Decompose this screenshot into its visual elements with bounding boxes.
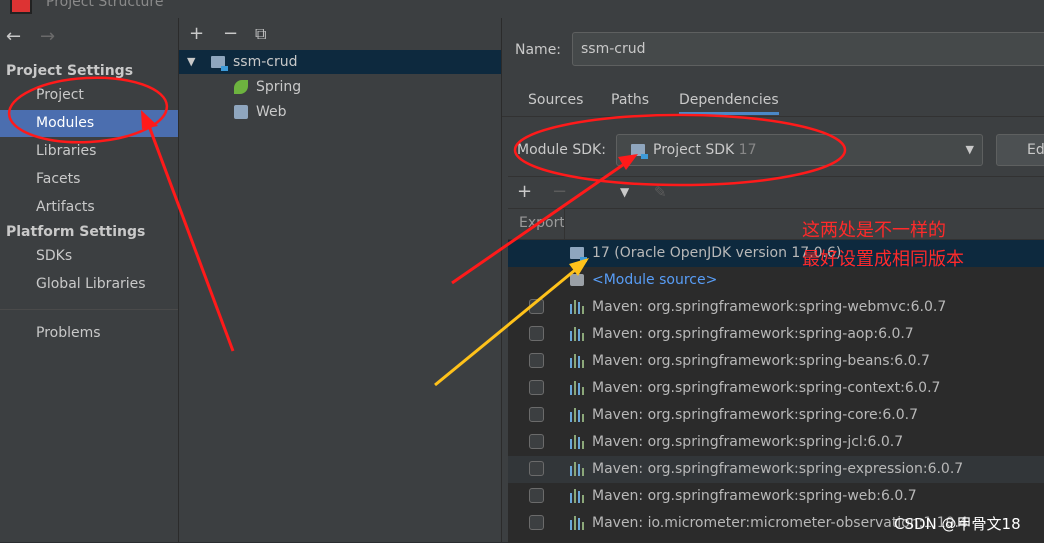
dependency-label: Maven: org.springframework:spring-core:6…: [592, 407, 919, 423]
export-checkbox[interactable]: [529, 407, 544, 422]
dependency-label: Maven: org.springframework:spring-contex…: [592, 380, 941, 396]
module-details-panel: Name: ssm-crud Sources Paths Dependencie…: [502, 18, 1044, 543]
module-folder-icon: [211, 56, 228, 71]
nav-item-modules[interactable]: Modules: [0, 110, 178, 137]
dependency-row[interactable]: Maven: org.springframework:spring-expres…: [508, 456, 1044, 483]
export-column-header: Export: [519, 215, 565, 231]
project-settings-header: Project Settings: [6, 63, 134, 79]
window-title: Project Structure: [46, 0, 164, 10]
module-sdk-label: Module SDK:: [517, 142, 606, 158]
tree-item-spring[interactable]: Spring: [179, 75, 501, 99]
dependency-label: <Module source>: [592, 272, 718, 288]
dependency-label: Maven: org.springframework:spring-beans:…: [592, 353, 930, 369]
dependencies-toolbar: + − ▼ ✎: [508, 176, 1044, 209]
library-icon: [570, 516, 586, 530]
library-icon: [570, 408, 586, 422]
table-header: Export: [508, 209, 1044, 240]
tree-item-label: Web: [256, 104, 287, 120]
sdk-folder-icon: [631, 144, 648, 159]
spring-leaf-icon: [234, 80, 248, 94]
dependency-row[interactable]: Maven: org.springframework:spring-aop:6.…: [508, 321, 1044, 348]
library-icon: [570, 435, 586, 449]
web-facet-icon: [234, 105, 248, 119]
export-checkbox[interactable]: [529, 461, 544, 476]
dependency-label: Maven: org.springframework:spring-webmvc…: [592, 299, 947, 315]
dependency-row[interactable]: Maven: org.springframework:spring-beans:…: [508, 348, 1044, 375]
title-bar: Project Structure: [0, 0, 1044, 18]
move-down-icon[interactable]: ▼: [620, 185, 629, 199]
export-checkbox[interactable]: [529, 353, 544, 368]
edit-button[interactable]: Edit: [996, 134, 1044, 166]
chevron-down-icon[interactable]: ▼: [187, 50, 195, 74]
edit-pencil-icon[interactable]: ✎: [654, 183, 667, 201]
export-checkbox[interactable]: [529, 299, 544, 314]
dependency-row[interactable]: Maven: org.springframework:spring-webmvc…: [508, 294, 1044, 321]
tab-divider: [502, 116, 1044, 117]
nav-item-libraries[interactable]: Libraries: [0, 138, 178, 165]
plus-icon[interactable]: +: [189, 23, 204, 44]
column-separator: [564, 209, 565, 239]
dependency-label: Maven: org.springframework:spring-aop:6.…: [592, 326, 914, 342]
settings-sidebar: ← → Project Settings Project Modules Lib…: [0, 18, 179, 542]
plus-icon[interactable]: +: [517, 181, 532, 202]
dependency-row[interactable]: Maven: org.springframework:spring-web:6.…: [508, 483, 1044, 510]
tree-item-web[interactable]: Web: [179, 100, 501, 124]
dependency-row-module-source[interactable]: <Module source>: [508, 267, 1044, 294]
module-sdk-value: Project SDK: [653, 142, 735, 158]
arrow-right-icon[interactable]: →: [40, 26, 55, 47]
export-checkbox[interactable]: [529, 434, 544, 449]
nav-item-project[interactable]: Project: [0, 82, 178, 109]
minus-icon[interactable]: −: [223, 23, 238, 44]
annotation-line-2: 最好设置成相同版本: [802, 249, 964, 270]
module-name-input[interactable]: ssm-crud: [572, 32, 1044, 66]
tab-paths[interactable]: Paths: [611, 92, 649, 108]
platform-settings-header: Platform Settings: [6, 224, 146, 240]
module-tree-panel: + − ⧉ ▼ ssm-crud Spring Web: [179, 18, 502, 542]
library-icon: [570, 354, 586, 368]
nav-divider: [0, 309, 178, 310]
nav-item-global-libraries[interactable]: Global Libraries: [0, 271, 178, 298]
export-checkbox[interactable]: [529, 515, 544, 530]
arrow-left-icon[interactable]: ←: [6, 26, 21, 47]
name-label: Name:: [515, 42, 562, 58]
dependency-row[interactable]: Maven: org.springframework:spring-jcl:6.…: [508, 429, 1044, 456]
tree-item-label: Spring: [256, 79, 302, 95]
library-icon: [570, 381, 586, 395]
dependency-label: Maven: org.springframework:spring-expres…: [592, 461, 964, 477]
export-checkbox[interactable]: [529, 326, 544, 341]
source-folder-icon: [570, 274, 584, 286]
annotation-line-1: 这两处是不一样的: [802, 220, 946, 241]
jdk-folder-icon: [570, 247, 587, 262]
tree-item-label: ssm-crud: [233, 54, 298, 70]
dependency-row[interactable]: Maven: org.springframework:spring-core:6…: [508, 402, 1044, 429]
nav-item-artifacts[interactable]: Artifacts: [0, 194, 178, 221]
dependency-label: Maven: org.springframework:spring-jcl:6.…: [592, 434, 904, 450]
export-checkbox[interactable]: [529, 488, 544, 503]
copy-icon[interactable]: ⧉: [255, 24, 266, 44]
tab-sources[interactable]: Sources: [528, 92, 583, 108]
nav-item-facets[interactable]: Facets: [0, 166, 178, 193]
dependency-row[interactable]: Maven: org.springframework:spring-contex…: [508, 375, 1044, 402]
library-icon: [570, 489, 586, 503]
minus-icon[interactable]: −: [552, 181, 567, 202]
tree-item-ssm-crud[interactable]: ▼ ssm-crud: [179, 50, 501, 74]
library-icon: [570, 462, 586, 476]
library-icon: [570, 327, 586, 341]
export-checkbox[interactable]: [529, 380, 544, 395]
library-icon: [570, 300, 586, 314]
edit-button-label: Edit: [1027, 142, 1044, 158]
nav-item-problems[interactable]: Problems: [0, 320, 178, 347]
watermark: CSDN @甲骨文18: [894, 515, 1021, 533]
module-sdk-select[interactable]: Project SDK 17 ▼: [616, 134, 983, 166]
dependency-label: Maven: org.springframework:spring-web:6.…: [592, 488, 917, 504]
tab-dependencies[interactable]: Dependencies: [679, 92, 779, 115]
chevron-down-icon[interactable]: ▼: [966, 135, 974, 165]
intellij-logo-icon: [10, 0, 32, 14]
module-sdk-version: 17: [738, 142, 757, 158]
nav-item-sdks[interactable]: SDKs: [0, 243, 178, 270]
